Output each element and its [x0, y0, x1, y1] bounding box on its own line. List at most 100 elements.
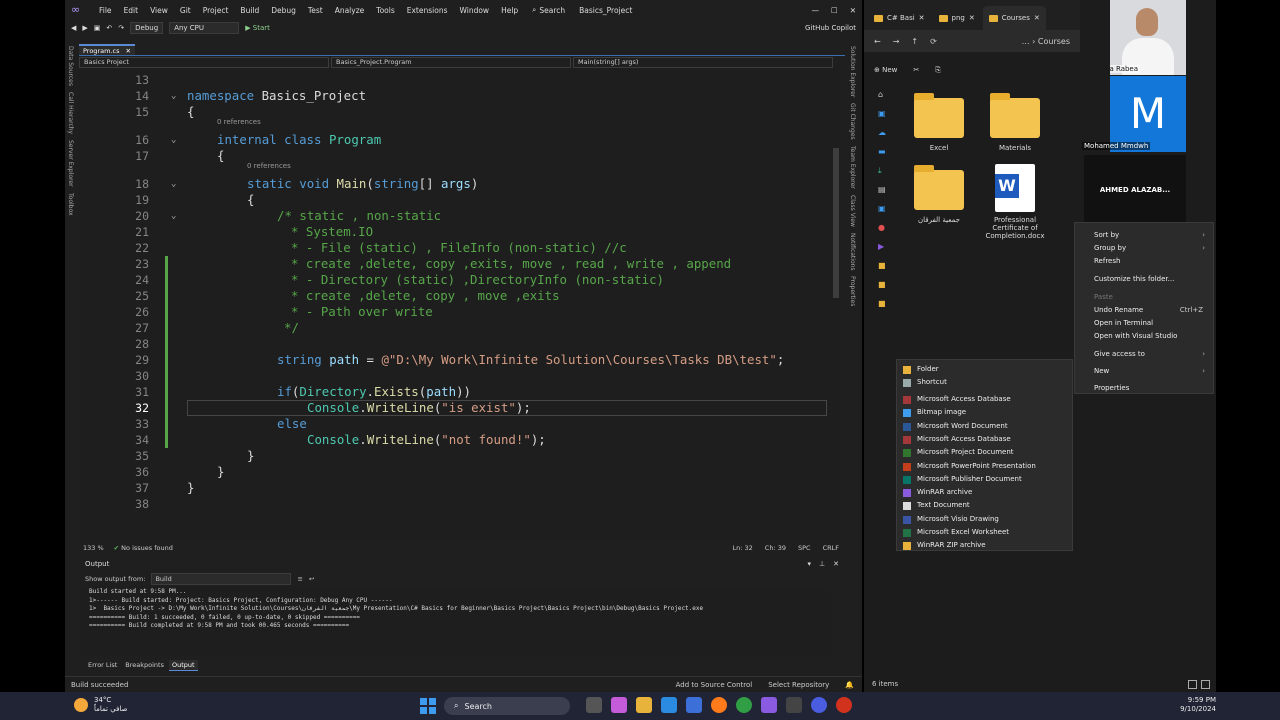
close-tab-icon[interactable]: ✕ — [969, 14, 975, 22]
code-line[interactable]: 30 — [79, 368, 831, 384]
cut-icon[interactable]: ✂ — [913, 66, 919, 74]
new-submenu-item[interactable]: Microsoft Visio Drawing — [917, 515, 999, 523]
copy-icon[interactable]: ⎘ — [935, 66, 941, 75]
context-item[interactable]: Refresh — [1094, 257, 1120, 265]
visual-studio-icon[interactable] — [761, 697, 777, 713]
forward-arrow-icon[interactable]: → — [893, 37, 900, 46]
tool-git-changes[interactable]: Git Changes — [849, 103, 856, 140]
undo-icon[interactable]: ↶ — [106, 24, 112, 32]
start-button[interactable]: ▶ Start — [245, 24, 270, 32]
context-item[interactable]: Open in Terminal — [1094, 319, 1153, 327]
close-tab-icon[interactable]: ✕ — [919, 14, 925, 22]
minimize-icon[interactable]: — — [811, 6, 819, 15]
collapse-icon[interactable]: ⌄ — [171, 132, 176, 148]
select-repository-button[interactable]: Select Repository — [768, 681, 829, 689]
new-submenu-item[interactable]: Microsoft PowerPoint Presentation — [917, 462, 1036, 470]
context-item[interactable]: Sort by — [1094, 231, 1119, 239]
app-icon[interactable] — [836, 697, 852, 713]
context-item[interactable]: New — [1094, 367, 1109, 375]
menu-tools[interactable]: Tools — [370, 6, 400, 15]
downloads-icon[interactable]: ⤓ — [878, 166, 890, 185]
context-item[interactable]: Properties — [1094, 384, 1129, 392]
code-line[interactable]: 37} — [79, 480, 831, 496]
weather-widget[interactable]: 34°C صافي تماماً — [74, 696, 128, 714]
menu-project[interactable]: Project — [197, 6, 235, 15]
code-line[interactable]: 15 { — [79, 104, 831, 120]
line-ending[interactable]: CRLF — [823, 544, 839, 552]
new-submenu-item[interactable]: Microsoft Access Database — [917, 395, 1011, 403]
file-item-excel[interactable]: Excel — [904, 93, 974, 152]
indent-mode[interactable]: SPC — [798, 544, 811, 552]
dropdown-icon[interactable]: ▾ — [808, 560, 812, 568]
context-item[interactable]: Group by — [1094, 244, 1126, 252]
new-submenu-item[interactable]: Bitmap image — [917, 408, 966, 416]
menu-test[interactable]: Test — [302, 6, 329, 15]
code-line[interactable]: 38 — [79, 496, 831, 512]
context-item[interactable]: Paste — [1094, 293, 1113, 301]
new-submenu-item[interactable]: Microsoft Publisher Document — [917, 475, 1022, 483]
close-tab-icon[interactable]: ✕ — [125, 47, 130, 55]
new-submenu-item[interactable]: Microsoft Access Database — [917, 435, 1011, 443]
file-explorer-icon[interactable] — [636, 697, 652, 713]
tool-notifications[interactable]: Notifications — [849, 233, 856, 271]
references-codelens[interactable]: 0 references — [247, 162, 291, 170]
new-submenu-item[interactable]: Microsoft Excel Worksheet — [917, 528, 1009, 536]
code-line[interactable]: 24 * - Directory (static) ,DirectoryInfo … — [79, 272, 831, 288]
close-tab-icon[interactable]: ✕ — [1034, 14, 1040, 22]
references-codelens[interactable]: 0 references — [217, 118, 261, 126]
explorer-tab-png[interactable]: png ✕ — [933, 6, 981, 30]
code-line[interactable]: 14 ⌄ namespace Basics_Project — [79, 88, 831, 104]
new-button[interactable]: ⊕ New — [874, 66, 897, 74]
code-line[interactable]: 20 ⌄ /* static , non-static — [79, 208, 831, 224]
new-submenu-item[interactable]: Folder — [917, 365, 939, 373]
code-line[interactable]: 31 if(Directory.Exists(path)) — [79, 384, 831, 400]
folder-icon[interactable]: ■ — [878, 261, 890, 280]
platform-select[interactable]: Any CPU — [169, 22, 240, 34]
save-icon[interactable]: ▣ — [94, 24, 101, 32]
menu-file[interactable]: File — [93, 6, 118, 15]
desktop-icon[interactable]: ▬ — [878, 147, 890, 166]
taskbar-search[interactable]: ⌕ Search — [444, 697, 570, 715]
code-line[interactable]: 16 ⌄ internal class Program — [79, 132, 831, 148]
class-dropdown[interactable]: Basics_Project.Program — [331, 57, 571, 68]
zoom-level[interactable]: 133 % — [83, 544, 104, 552]
store-icon[interactable] — [686, 697, 702, 713]
tool-class-view[interactable]: Class View — [849, 195, 856, 227]
tool-team-explorer[interactable]: Team Explorer — [849, 146, 856, 189]
search-button[interactable]: ⌕ Search — [532, 5, 565, 15]
tool-solution-explorer[interactable]: Solution Explorer — [849, 46, 856, 97]
back-icon[interactable]: ◀ — [71, 24, 76, 32]
folder-icon[interactable]: ■ — [878, 299, 890, 318]
forward-icon[interactable]: ▶ — [82, 24, 87, 32]
clock[interactable]: 9:59 PM 9/10/2024 — [1160, 696, 1216, 714]
pictures-icon[interactable]: ▣ — [878, 204, 890, 223]
menu-git[interactable]: Git — [174, 6, 197, 15]
address-bar[interactable]: … › Courses — [1022, 37, 1070, 46]
tab-output[interactable]: Output — [168, 660, 198, 671]
code-line[interactable]: 19 { — [79, 192, 831, 208]
code-line[interactable]: 17 { — [79, 148, 831, 164]
app-icon[interactable] — [811, 697, 827, 713]
documents-icon[interactable]: ▤ — [878, 185, 890, 204]
file-item-materials[interactable]: Materials — [980, 93, 1050, 152]
code-line[interactable]: 26 * - Path over write — [79, 304, 831, 320]
menu-help[interactable]: Help — [495, 6, 524, 15]
file-item-certificate[interactable]: W Professional Certificate of Completion.… — [980, 164, 1050, 240]
tool-server-explorer[interactable]: Server Explorer — [67, 140, 74, 187]
tool-properties[interactable]: Properties — [849, 276, 856, 306]
bell-icon[interactable]: 🔔 — [845, 681, 854, 689]
word-wrap-icon[interactable]: ↩ — [309, 575, 314, 583]
menu-window[interactable]: Window — [453, 6, 495, 15]
new-submenu-item[interactable]: Shortcut — [917, 378, 947, 386]
tab-program-cs[interactable]: Program.cs ✕ — [79, 44, 135, 55]
redo-icon[interactable]: ↷ — [118, 24, 124, 32]
edge-icon[interactable] — [661, 697, 677, 713]
project-dropdown[interactable]: Basics Project — [79, 57, 329, 68]
collapse-icon[interactable]: ⌄ — [171, 88, 176, 104]
code-line[interactable]: 25 * create ,delete, copy , move ,exits — [79, 288, 831, 304]
add-source-control-button[interactable]: Add to Source Control — [676, 681, 753, 689]
tab-breakpoints[interactable]: Breakpoints — [122, 660, 167, 671]
issues-indicator[interactable]: ✔ No issues found — [114, 544, 173, 552]
refresh-icon[interactable]: ⟳ — [930, 37, 937, 46]
code-line[interactable]: 36} — [79, 464, 831, 480]
